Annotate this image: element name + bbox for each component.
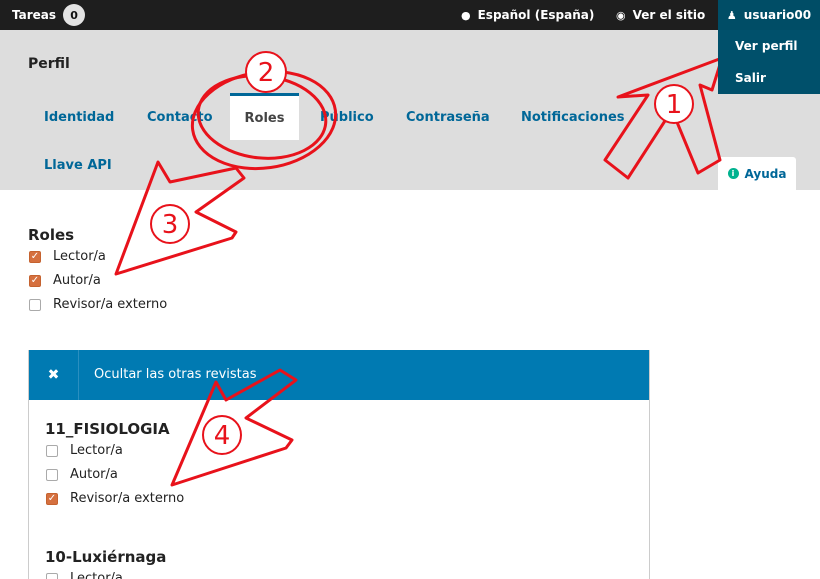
hide-journals-label: Ocultar las otras revistas bbox=[94, 367, 257, 382]
checkbox-unchecked-icon[interactable] bbox=[46, 444, 58, 457]
language-label: Español (España) bbox=[477, 8, 595, 22]
journal-role-lector[interactable]: Lector/a bbox=[46, 443, 123, 458]
tab-llave-api[interactable]: Llave API bbox=[44, 158, 112, 173]
user-menu-button[interactable]: ♟ usuario00 bbox=[718, 0, 820, 30]
checkbox-unchecked-icon[interactable] bbox=[29, 298, 41, 311]
role-option-autor[interactable]: ✓ Autor/a bbox=[29, 273, 101, 288]
help-button[interactable]: i Ayuda bbox=[718, 157, 796, 190]
role-label: Revisor/a externo bbox=[70, 491, 185, 506]
journal-title: 10-Luxiérnaga bbox=[45, 548, 167, 566]
checkbox-checked-icon[interactable]: ✓ bbox=[29, 250, 41, 263]
view-site-link[interactable]: ◉ Ver el sitio bbox=[616, 0, 705, 30]
checkbox-checked-icon[interactable]: ✓ bbox=[46, 492, 58, 505]
journal-role-lector[interactable]: Lector/a bbox=[46, 571, 123, 579]
help-label: Ayuda bbox=[744, 166, 787, 181]
role-label: Revisor/a externo bbox=[53, 297, 168, 312]
info-icon: i bbox=[727, 168, 739, 179]
language-link[interactable]: ● Español (España) bbox=[461, 0, 594, 30]
globe-icon: ● bbox=[461, 8, 471, 22]
checkbox-unchecked-icon[interactable] bbox=[46, 572, 58, 579]
tab-roles-label: Roles bbox=[244, 110, 285, 126]
role-label: Lector/a bbox=[53, 249, 106, 264]
role-option-lector[interactable]: ✓ Lector/a bbox=[29, 249, 106, 264]
role-label: Autor/a bbox=[70, 467, 118, 482]
annotation-badge-3 bbox=[150, 204, 190, 244]
menu-item-salir[interactable]: Salir bbox=[735, 71, 766, 85]
user-dropdown-menu: Ver perfil Salir bbox=[718, 30, 820, 94]
tab-notificaciones[interactable]: Notificaciones bbox=[521, 110, 625, 125]
tab-publico[interactable]: Público bbox=[320, 110, 374, 125]
user-icon: ♟ bbox=[726, 8, 737, 22]
other-journals-header[interactable]: ✖ Ocultar las otras revistas bbox=[29, 350, 649, 400]
role-option-revisor[interactable]: Revisor/a externo bbox=[29, 297, 167, 312]
tasks-count-badge: 0 bbox=[63, 4, 86, 26]
other-journals-panel: ✖ Ocultar las otras revistas 11_FISIOLOG… bbox=[28, 350, 650, 579]
profile-header: Perfil Identidad Contacto Roles Público … bbox=[0, 30, 820, 190]
checkbox-unchecked-icon[interactable] bbox=[46, 468, 58, 481]
role-label: Lector/a bbox=[70, 571, 123, 579]
journal-role-autor[interactable]: Autor/a bbox=[46, 467, 118, 482]
tasks-label: Tareas bbox=[12, 8, 57, 22]
menu-item-ver-perfil[interactable]: Ver perfil bbox=[735, 39, 798, 53]
tab-contrasena[interactable]: Contraseña bbox=[406, 110, 490, 125]
tab-roles[interactable]: Roles bbox=[230, 93, 299, 140]
eye-icon: ◉ bbox=[616, 8, 626, 22]
role-label: Lector/a bbox=[70, 443, 123, 458]
journal-title: 11_FISIOLOGIA bbox=[45, 420, 170, 438]
page-title: Perfil bbox=[28, 56, 70, 72]
tab-identidad[interactable]: Identidad bbox=[44, 110, 114, 125]
tab-contacto[interactable]: Contacto bbox=[147, 110, 213, 125]
user-label: usuario00 bbox=[743, 8, 812, 22]
checkbox-checked-icon[interactable]: ✓ bbox=[29, 274, 41, 287]
annotation-number-3: 3 bbox=[162, 210, 179, 240]
view-site-label: Ver el sitio bbox=[632, 8, 706, 22]
journal-role-revisor[interactable]: ✓ Revisor/a externo bbox=[46, 491, 184, 506]
close-icon[interactable]: ✖ bbox=[29, 350, 79, 400]
role-label: Autor/a bbox=[53, 273, 101, 288]
tasks-link[interactable]: Tareas 0 bbox=[12, 0, 86, 30]
roles-heading: Roles bbox=[28, 226, 75, 244]
top-bar: Tareas 0 ● Español (España) ◉ Ver el sit… bbox=[0, 0, 820, 30]
